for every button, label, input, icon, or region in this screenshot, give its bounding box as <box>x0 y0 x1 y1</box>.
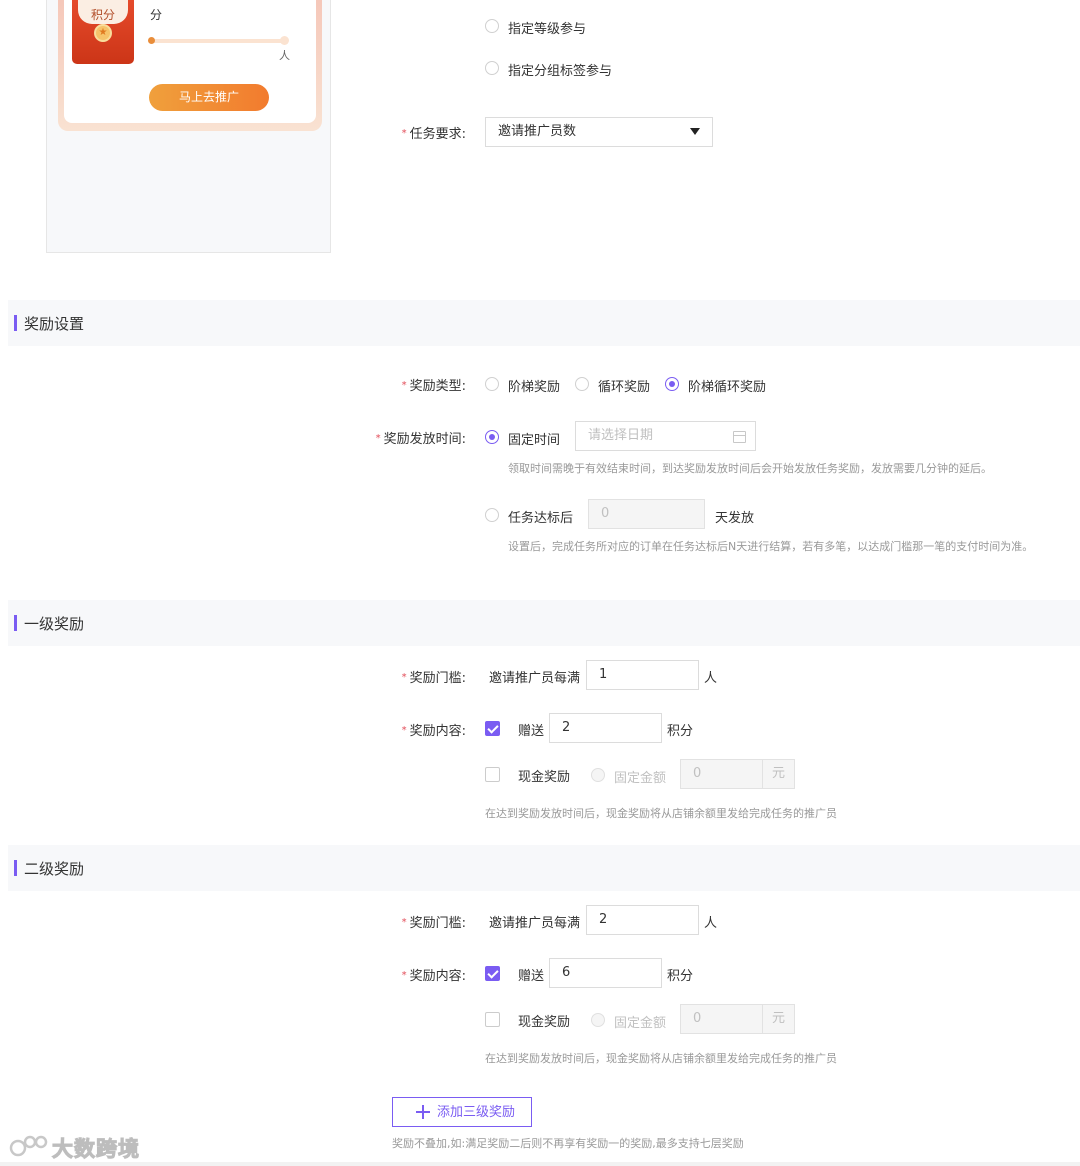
section-accent-bar <box>14 315 17 331</box>
star-icon: ★ <box>98 27 108 38</box>
after-task-hint: 设置后，完成任务所对应的订单在任务达标后N天进行结算，若有多笔，以达成门槛那一笔… <box>508 540 1034 553</box>
watermark-text: 大数跨境 <box>52 1137 140 1162</box>
cash-unit: 元 <box>763 1004 795 1034</box>
threshold-label: * 奖励门槛: <box>401 671 466 686</box>
section-title: 二级奖励 <box>24 860 85 878</box>
bottom-divider <box>0 1162 1080 1166</box>
add-level-3-button[interactable]: 添加三级奖励 <box>392 1097 532 1127</box>
cash-unit: 元 <box>763 759 795 789</box>
threshold-input[interactable]: 2 <box>586 905 699 935</box>
after-task-label: 任务达标后 <box>508 511 574 526</box>
gift-points-input[interactable]: 2 <box>549 713 662 743</box>
section-level-1 <box>8 600 1080 646</box>
section-accent-bar <box>14 860 17 876</box>
section-accent-bar <box>14 615 17 631</box>
cash-amount-input[interactable]: 0 <box>680 759 763 789</box>
task-requirement-select[interactable]: 邀请推广员数 <box>485 117 713 147</box>
radio-tier-cycle-reward[interactable] <box>665 377 679 391</box>
threshold-label: * 奖励门槛: <box>401 916 466 931</box>
task-requirement-label: * 任务要求: <box>401 127 466 142</box>
days-suffix: 天发放 <box>715 511 755 526</box>
fixed-amount-label: 固定金额 <box>614 771 667 786</box>
progress-dot <box>148 37 155 44</box>
threshold-unit: 人 <box>704 671 718 686</box>
cycle-reward-label: 循环奖励 <box>598 380 651 395</box>
radio-after-task[interactable] <box>485 508 499 522</box>
section-level-2 <box>8 845 1080 891</box>
radio-cycle-reward[interactable] <box>575 377 589 391</box>
gift-points-checkbox[interactable] <box>485 966 500 981</box>
promote-now-button[interactable]: 马上去推广 <box>149 84 269 111</box>
envelope-label: 积分 <box>90 8 115 22</box>
cash-reward-checkbox[interactable] <box>485 1012 500 1027</box>
threshold-prefix: 邀请推广员每满 <box>489 671 581 686</box>
watermark-logo-icon <box>9 1135 48 1157</box>
threshold-input[interactable]: 1 <box>586 660 699 690</box>
points-unit: 分 <box>150 8 163 22</box>
progress-unit: 人 <box>279 49 290 62</box>
section-title: 奖励设置 <box>24 315 85 333</box>
progress-end-dot <box>280 36 289 45</box>
tier-cycle-reward-label: 阶梯循环奖励 <box>688 380 767 395</box>
radio-fixed-amount[interactable] <box>591 1013 605 1027</box>
gift-unit: 积分 <box>667 969 694 984</box>
progress-track <box>150 39 288 43</box>
threshold-unit: 人 <box>704 916 718 931</box>
fixed-amount-label: 固定金额 <box>614 1016 667 1031</box>
gift-points-checkbox[interactable] <box>485 721 500 736</box>
add-level-hint: 奖励不叠加,如:满足奖励二后则不再享有奖励一的奖励,最多支持七层奖励 <box>392 1137 744 1150</box>
gift-points-input[interactable]: 6 <box>549 958 662 988</box>
release-time-label: * 奖励发放时间: <box>375 432 466 447</box>
fixed-time-hint: 领取时间需晚于有效结束时间，到达奖励发放时间后会开始发放任务奖励，发放需要几分钟… <box>508 462 992 475</box>
cash-amount-input[interactable]: 0 <box>680 1004 763 1034</box>
level-participation-label: 指定等级参与 <box>508 22 587 37</box>
content-label: * 奖励内容: <box>401 969 466 984</box>
days-input[interactable]: 0 <box>588 499 705 529</box>
radio-level-participation[interactable] <box>485 19 499 33</box>
date-picker-input[interactable]: 请选择日期 <box>575 421 756 451</box>
radio-tier-reward[interactable] <box>485 377 499 391</box>
content-label: * 奖励内容: <box>401 724 466 739</box>
gift-unit: 积分 <box>667 724 694 739</box>
cash-reward-checkbox[interactable] <box>485 767 500 782</box>
radio-tag-participation[interactable] <box>485 61 499 75</box>
gift-label: 赠送 <box>518 969 545 984</box>
radio-fixed-time[interactable] <box>485 430 499 444</box>
chevron-down-icon[interactable] <box>690 128 700 135</box>
section-title: 一级奖励 <box>24 615 85 633</box>
calendar-icon[interactable] <box>733 431 746 443</box>
section-reward-settings <box>8 300 1080 346</box>
cash-reward-label: 现金奖励 <box>518 770 571 785</box>
cash-reward-hint: 在达到奖励发放时间后，现金奖励将从店铺余额里发给完成任务的推广员 <box>485 807 837 820</box>
plus-icon <box>416 1105 430 1119</box>
tag-participation-label: 指定分组标签参与 <box>508 64 613 79</box>
gift-label: 赠送 <box>518 724 545 739</box>
fixed-time-label: 固定时间 <box>508 433 561 448</box>
radio-fixed-amount[interactable] <box>591 768 605 782</box>
cash-reward-label: 现金奖励 <box>518 1015 571 1030</box>
tier-reward-label: 阶梯奖励 <box>508 380 561 395</box>
threshold-prefix: 邀请推广员每满 <box>489 916 581 931</box>
cash-reward-hint: 在达到奖励发放时间后，现金奖励将从店铺余额里发给完成任务的推广员 <box>485 1052 837 1065</box>
reward-type-label: * 奖励类型: <box>401 379 466 394</box>
